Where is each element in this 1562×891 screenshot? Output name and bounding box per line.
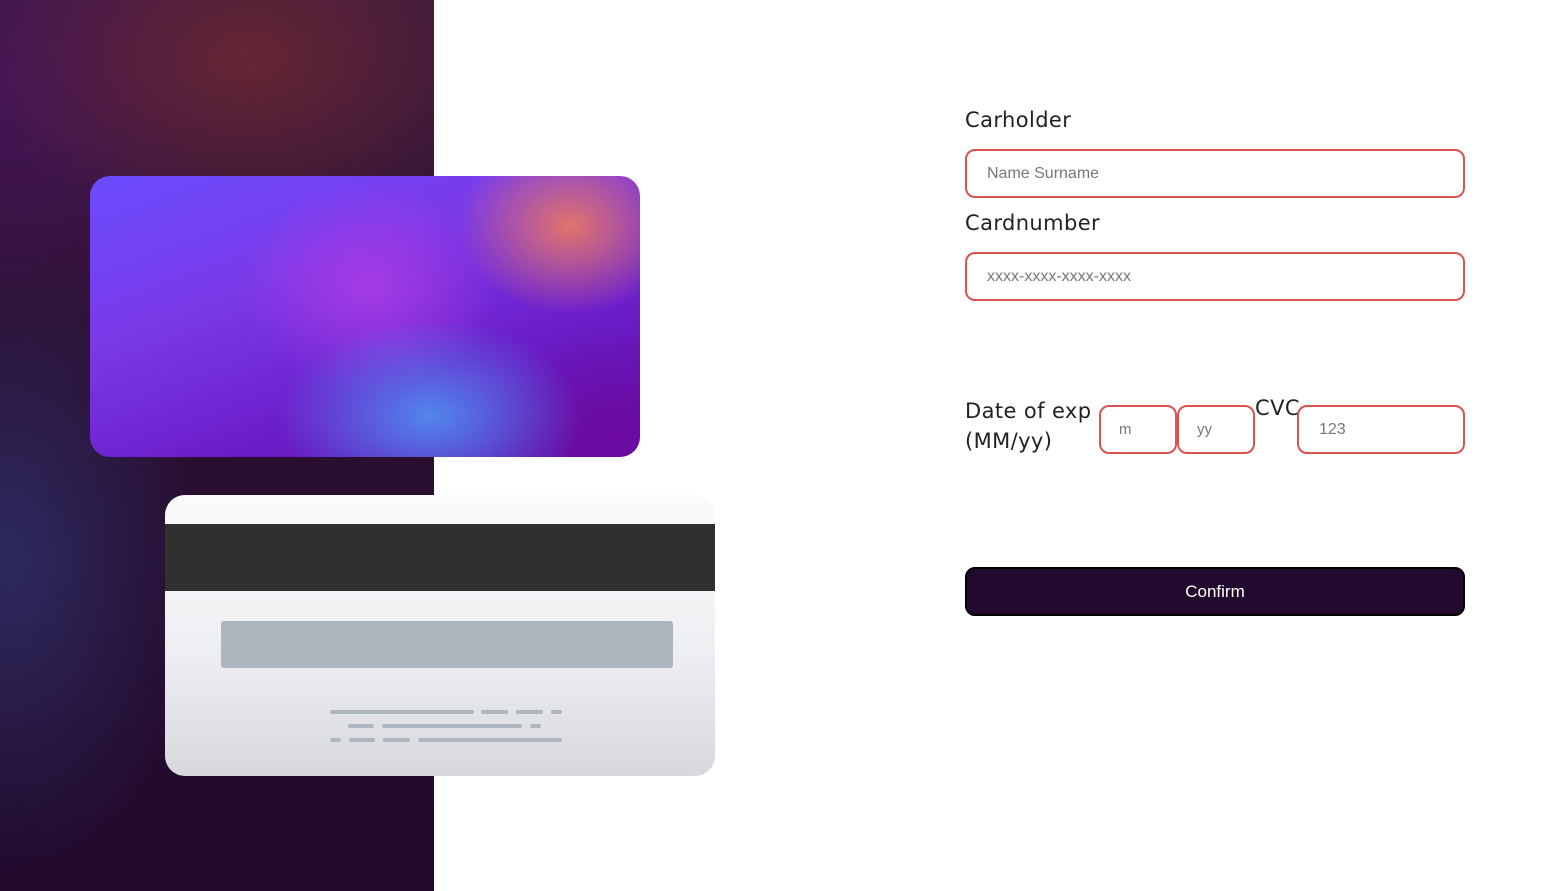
expiry-month-input[interactable] [1099,405,1177,454]
confirm-button[interactable]: Confirm [965,567,1465,616]
expiry-year-input[interactable] [1177,405,1255,454]
cvc-label: CVC [1255,396,1300,420]
cardholder-label: Carholder [965,108,1072,132]
expiry-label-line1: Date of exp [965,399,1092,423]
cardholder-input[interactable] [965,149,1465,198]
card-front-preview [90,176,640,457]
card-back-preview [165,495,715,776]
card-details-page: Carholder Cardnumber Date of exp (MM/yy)… [0,0,1562,891]
card-back-text-lines [330,710,562,742]
cardnumber-label: Cardnumber [965,211,1101,235]
expiry-label-line2: (MM/yy) [965,429,1053,453]
cardnumber-input[interactable] [965,252,1465,301]
cvc-input[interactable] [1297,405,1465,454]
expiry-label: Date of exp (MM/yy) [965,396,1092,456]
